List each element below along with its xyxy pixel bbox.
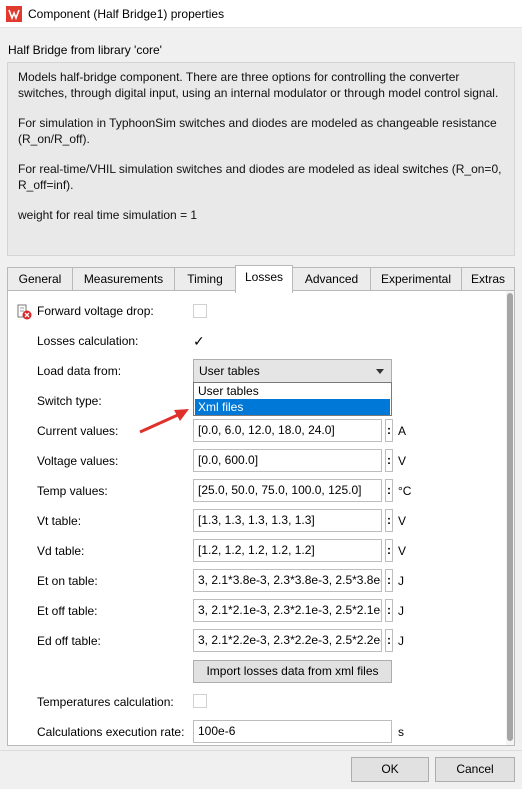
title-bar: Component (Half Bridge1) properties <box>0 0 522 28</box>
description-paragraph: For simulation in TyphoonSim switches an… <box>18 116 497 146</box>
vt-table-edit-button[interactable]: : <box>385 509 393 532</box>
et-off-table-unit: J <box>398 604 404 618</box>
current-values-unit: A <box>398 424 407 438</box>
description-paragraph: weight for real time simulation = 1 <box>18 208 198 222</box>
temp-values-label: Temp values: <box>37 484 108 498</box>
losses-calculation-label: Losses calculation: <box>37 334 139 348</box>
footer-divider <box>0 750 522 751</box>
et-on-table-label: Et on table: <box>37 574 98 588</box>
description-paragraph: For real-time/VHIL simulation switches a… <box>18 162 502 192</box>
vertical-scrollbar[interactable] <box>506 291 514 745</box>
tab-extras[interactable]: Extras <box>461 267 515 292</box>
load-data-from-dropdown: User tables Xml files <box>193 382 392 416</box>
voltage-values-label: Voltage values: <box>37 454 119 468</box>
switch-type-label: Switch type: <box>37 394 102 408</box>
temp-values-unit: °C <box>398 484 412 498</box>
tab-experimental[interactable]: Experimental <box>370 267 462 292</box>
calc-rate-unit: s <box>398 725 404 739</box>
current-values-label: Current values: <box>37 424 119 438</box>
calc-rate-field[interactable]: 100e-6 <box>193 720 392 743</box>
typhoon-app-icon <box>6 6 22 22</box>
tab-advanced[interactable]: Advanced <box>292 267 371 292</box>
calc-rate-label: Calculations execution rate: <box>37 725 185 739</box>
window-title: Component (Half Bridge1) properties <box>28 7 225 21</box>
ed-off-table-field[interactable]: 3, 2.1*2.2e-3, 2.3*2.2e-3, 2.5*2.2e-3]] <box>193 629 382 652</box>
load-data-from-select[interactable]: User tables <box>193 359 392 383</box>
et-off-table-field[interactable]: 3, 2.1*2.1e-3, 2.3*2.1e-3, 2.5*2.1e-3]] <box>193 599 382 622</box>
vd-table-label: Vd table: <box>37 544 85 558</box>
vd-table-field[interactable]: [1.2, 1.2, 1.2, 1.2, 1.2] <box>193 539 382 562</box>
load-data-from-label: Load data from: <box>37 364 122 378</box>
vd-table-edit-button[interactable]: : <box>385 539 393 562</box>
tab-losses[interactable]: Losses <box>235 265 293 293</box>
et-off-table-edit-button[interactable]: : <box>385 599 393 622</box>
import-losses-xml-button[interactable]: Import losses data from xml files <box>193 660 392 683</box>
dropdown-option-xml-files[interactable]: Xml files <box>195 399 390 415</box>
et-off-table-label: Et off table: <box>37 604 98 618</box>
current-values-edit-button[interactable]: : <box>385 419 393 442</box>
ok-button[interactable]: OK <box>351 757 429 782</box>
et-on-table-edit-button[interactable]: : <box>385 569 393 592</box>
vt-table-field[interactable]: [1.3, 1.3, 1.3, 1.3, 1.3] <box>193 509 382 532</box>
cancel-button[interactable]: Cancel <box>435 757 515 782</box>
tab-timing[interactable]: Timing <box>174 267 236 292</box>
load-data-from-value: User tables <box>199 364 260 378</box>
voltage-values-unit: V <box>398 454 407 468</box>
red-arrow-annotation-icon <box>139 409 189 434</box>
losses-panel: Forward voltage drop: Losses calculation… <box>7 290 515 746</box>
temperatures-calculation-label: Temperatures calculation: <box>37 695 174 709</box>
et-on-table-field[interactable]: 3, 2.1*3.8e-3, 2.3*3.8e-3, 2.5*3.8e-3]] <box>193 569 382 592</box>
tab-measurements[interactable]: Measurements <box>72 267 175 292</box>
voltage-values-field[interactable]: [0.0, 600.0] <box>193 449 382 472</box>
property-warning-icon <box>17 304 32 320</box>
description-box: Models half-bridge component. There are … <box>7 62 515 256</box>
chevron-down-icon <box>376 369 384 374</box>
vt-table-unit: V <box>398 514 407 528</box>
vd-table-unit: V <box>398 544 407 558</box>
temp-values-edit-button[interactable]: : <box>385 479 393 502</box>
temperatures-calculation-checkbox[interactable] <box>193 694 207 708</box>
current-values-field[interactable]: [0.0, 6.0, 12.0, 18.0, 24.0] <box>193 419 382 442</box>
temp-values-field[interactable]: [25.0, 50.0, 75.0, 100.0, 125.0] <box>193 479 382 502</box>
et-on-table-unit: J <box>398 574 404 588</box>
vt-table-label: Vt table: <box>37 514 82 528</box>
forward-voltage-drop-label: Forward voltage drop: <box>37 304 154 318</box>
scrollbar-thumb[interactable] <box>507 293 513 741</box>
ed-off-table-unit: J <box>398 634 404 648</box>
tab-bar: General Measurements Timing Losses Advan… <box>7 265 515 293</box>
dropdown-option-user-tables[interactable]: User tables <box>195 383 390 399</box>
tab-general[interactable]: General <box>7 267 73 292</box>
forward-voltage-drop-checkbox[interactable] <box>193 304 207 318</box>
losses-calculation-checkbox[interactable]: ✓ <box>193 334 207 348</box>
voltage-values-edit-button[interactable]: : <box>385 449 393 472</box>
component-subtitle: Half Bridge from library 'core' <box>8 43 162 57</box>
description-paragraph: Models half-bridge component. There are … <box>18 70 499 100</box>
ed-off-table-label: Ed off table: <box>37 634 101 648</box>
ed-off-table-edit-button[interactable]: : <box>385 629 393 652</box>
